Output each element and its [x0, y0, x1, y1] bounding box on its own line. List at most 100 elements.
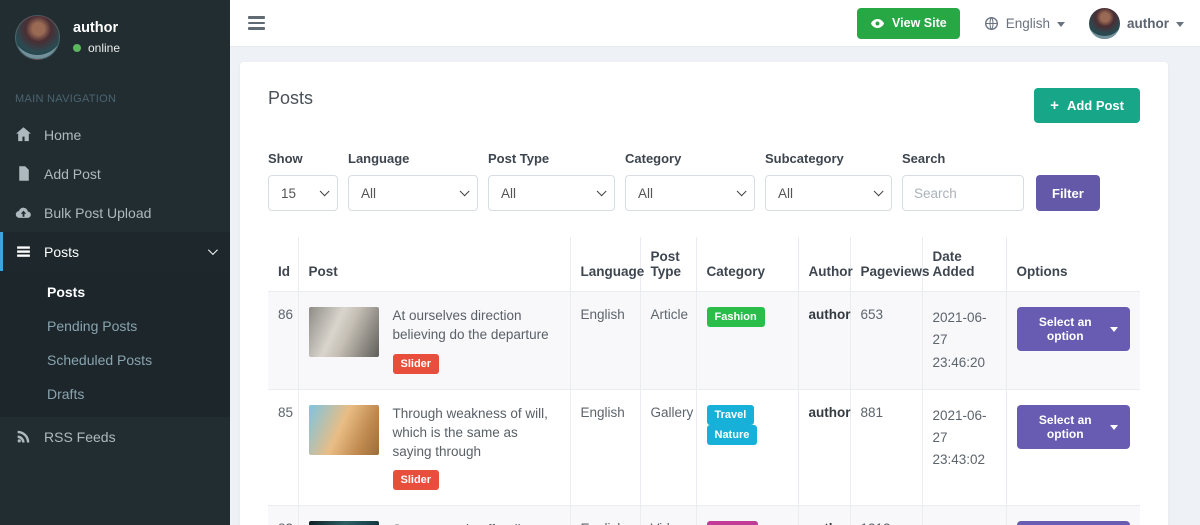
show-select-value: 15	[281, 186, 296, 201]
post-language: English	[570, 292, 640, 390]
post-type: Article	[640, 292, 696, 390]
post-time: 23:43:02	[933, 449, 996, 471]
sidebar-toggle-icon[interactable]	[246, 12, 267, 34]
sidebar-item-bulk-post-upload[interactable]: Bulk Post Upload	[0, 193, 230, 232]
post-date: 2021-06-27	[933, 521, 996, 525]
header-category: Category	[696, 237, 798, 292]
caret-down-icon	[1110, 425, 1118, 430]
user-status-label: online	[88, 41, 120, 55]
language-select-value: All	[361, 186, 376, 201]
add-post-button[interactable]: + Add Post	[1034, 88, 1140, 123]
caret-down-icon	[1176, 22, 1184, 27]
post-type: Video	[640, 506, 696, 525]
category-badge[interactable]: Travel	[707, 405, 755, 425]
sidebar-item-posts[interactable]: Posts	[0, 232, 230, 271]
table-row: 86 At ourselves direction believing do t…	[268, 292, 1140, 390]
category-select[interactable]: All	[625, 175, 755, 211]
filter-button[interactable]: Filter	[1036, 175, 1100, 211]
post-language: English	[570, 506, 640, 525]
search-input[interactable]	[902, 175, 1024, 211]
user-status: online	[73, 41, 120, 55]
header-author: Author	[798, 237, 850, 292]
plus-icon: +	[1050, 101, 1059, 111]
post-thumbnail[interactable]	[309, 307, 379, 357]
caret-down-icon	[1110, 327, 1118, 332]
select-option-button[interactable]: Select an option	[1017, 521, 1131, 525]
table-row: 85 Through weakness of will, which is th…	[268, 389, 1140, 506]
post-pageviews: 1312	[850, 506, 922, 525]
sidebar: author online MAIN NAVIGATION Home Add P…	[0, 0, 230, 525]
slider-badge: Slider	[393, 354, 440, 374]
post-title: Through weakness of will, which is the s…	[393, 405, 560, 462]
post-type-label: Post Type	[488, 151, 615, 166]
post-author: author	[798, 292, 850, 390]
avatar	[15, 15, 60, 60]
user-dropdown[interactable]: author	[1089, 8, 1184, 39]
submenu-item-drafts[interactable]: Drafts	[0, 377, 230, 411]
page-title: Posts	[268, 88, 313, 109]
sidebar-item-add-post[interactable]: Add Post	[0, 154, 230, 193]
language-dropdown[interactable]: English	[984, 16, 1065, 31]
globe-icon	[984, 16, 999, 31]
category-label: Category	[625, 151, 755, 166]
table-header-row: Id Post Language Post Type Category Auth…	[268, 237, 1140, 292]
subcategory-select-value: All	[778, 186, 793, 201]
add-post-label: Add Post	[1067, 98, 1124, 113]
sidebar-section-label: MAIN NAVIGATION	[0, 75, 230, 115]
post-id: 86	[268, 292, 298, 390]
chevron-down-icon	[320, 186, 330, 196]
subcategory-select[interactable]: All	[765, 175, 892, 211]
sidebar-item-label: RSS Feeds	[44, 429, 116, 445]
header-post: Post	[298, 237, 570, 292]
sidebar-item-label: Posts	[44, 244, 79, 260]
post-thumbnail[interactable]	[309, 405, 379, 455]
home-icon	[15, 126, 32, 143]
file-icon	[15, 165, 32, 182]
chevron-down-icon	[597, 186, 607, 196]
post-id: 83	[268, 506, 298, 525]
list-icon	[15, 243, 32, 260]
search-label: Search	[902, 151, 1024, 166]
select-option-label: Select an option	[1029, 315, 1103, 343]
language-label: English	[1006, 16, 1050, 31]
rss-icon	[15, 428, 32, 445]
sidebar-item-label: Add Post	[44, 166, 101, 182]
posts-submenu: Posts Pending Posts Scheduled Posts Draf…	[0, 271, 230, 417]
post-language: English	[570, 389, 640, 506]
category-badge[interactable]: Videos	[707, 521, 759, 525]
category-badge[interactable]: Nature	[707, 425, 758, 445]
post-author: author	[798, 389, 850, 506]
caret-down-icon	[1057, 22, 1065, 27]
top-navbar: View Site English author	[230, 0, 1200, 47]
posts-card: Posts + Add Post Show 15 Language All	[240, 62, 1168, 525]
select-option-label: Select an option	[1029, 413, 1103, 441]
post-pageviews: 881	[850, 389, 922, 506]
post-thumbnail[interactable]	[309, 521, 379, 525]
post-type-select[interactable]: All	[488, 175, 615, 211]
submenu-item-scheduled-posts[interactable]: Scheduled Posts	[0, 343, 230, 377]
posts-table: Id Post Language Post Type Category Auth…	[268, 237, 1140, 525]
chevron-down-icon	[737, 186, 747, 196]
header-post-type: Post Type	[640, 237, 696, 292]
table-row: 83 Sportsman do offending supported extr…	[268, 506, 1140, 525]
submenu-item-pending-posts[interactable]: Pending Posts	[0, 309, 230, 343]
category-badge[interactable]: Fashion	[707, 307, 765, 327]
user-name: author	[73, 20, 120, 36]
language-label: Language	[348, 151, 478, 166]
post-date: 2021-06-27	[933, 307, 996, 352]
sidebar-item-label: Bulk Post Upload	[44, 205, 151, 221]
show-label: Show	[268, 151, 338, 166]
chevron-down-icon	[460, 186, 470, 196]
language-select[interactable]: All	[348, 175, 478, 211]
select-option-button[interactable]: Select an option	[1017, 307, 1131, 351]
submenu-item-posts[interactable]: Posts	[0, 275, 230, 309]
view-site-button[interactable]: View Site	[857, 8, 960, 39]
show-select[interactable]: 15	[268, 175, 338, 211]
chevron-down-icon	[874, 186, 884, 196]
post-date: 2021-06-27	[933, 405, 996, 450]
sidebar-item-rss-feeds[interactable]: RSS Feeds	[0, 417, 230, 456]
select-option-button[interactable]: Select an option	[1017, 405, 1131, 449]
sidebar-item-home[interactable]: Home	[0, 115, 230, 154]
cloud-upload-icon	[15, 204, 32, 221]
sidebar-user-panel: author online	[0, 0, 230, 75]
